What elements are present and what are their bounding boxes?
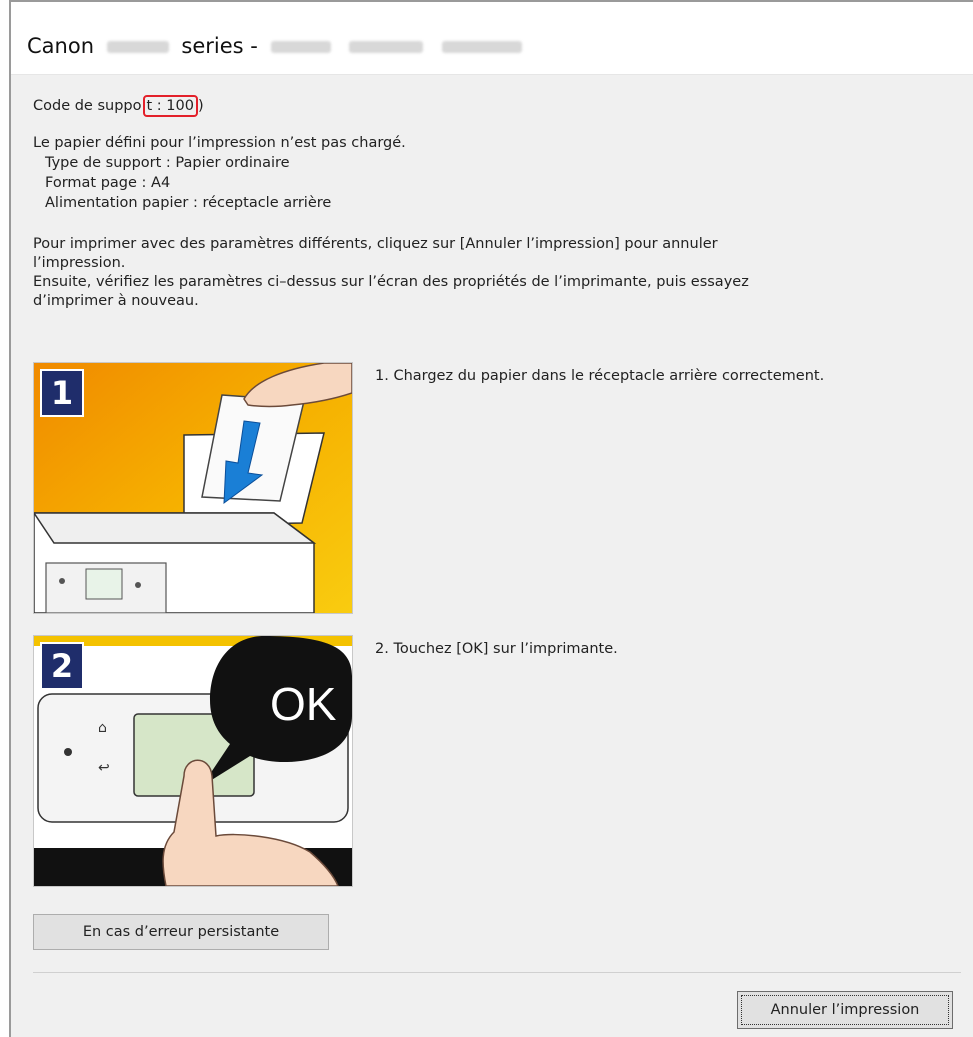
media-type: Type de support : Papier ordinaire [45,155,290,171]
page-size: Format page : A4 [45,175,171,191]
step-1-illustration: 1 [33,362,353,614]
title-prefix: Canon [27,34,94,58]
step-2-text: 2. Touchez [OK] sur l’imprimante. [375,641,618,657]
step-2-illustration: ⌂ ↩ OK 2 [33,635,353,887]
redacted-printer-name-3 [441,41,522,53]
instruction-line-4: d’imprimer à nouveau. [33,293,199,309]
svg-text:↩: ↩ [98,760,110,776]
persistent-error-button[interactable]: En cas d’erreur persistante [33,914,329,950]
support-code-suffix: ) [197,98,204,114]
redacted-model [106,41,169,53]
support-code-highlight: t : 100 [142,95,198,117]
step-2-badge: 2 [40,642,84,690]
cancel-print-button[interactable]: Annuler l’impression [737,991,953,1029]
instructions: Pour imprimer avec des paramètres différ… [33,235,749,311]
error-line: Le papier défini pour l’impression n’est… [33,135,406,151]
ok-bubble-text: OK [270,678,337,730]
step-1-text: 1. Chargez du papier dans le réceptacle … [375,368,825,384]
dialog-body: Code de suppo t : 100) Le papier défini p… [11,75,973,1037]
paper-source: Alimentation papier : réceptacle arrière [45,195,332,211]
window-top-border [9,0,973,10]
instruction-line-3: Ensuite, vérifiez les paramètres ci–dess… [33,274,749,290]
support-code-label: Code de suppo [33,98,142,114]
svg-text:⌂: ⌂ [98,720,107,736]
redacted-printer-name-1 [270,41,331,53]
title-middle: series - [181,34,258,58]
dialog-title: Canon series - [27,34,528,58]
redacted-printer-name-2 [349,41,424,53]
support-code-line: Code de suppo t : 100) [33,95,204,117]
error-message: Le papier défini pour l’impression n’est… [33,133,406,213]
dialog-header: Canon series - [11,10,973,75]
footer-divider [33,972,961,973]
step-1-badge: 1 [40,369,84,417]
instruction-line-1: Pour imprimer avec des paramètres différ… [33,236,718,252]
instruction-line-2: l’impression. [33,255,126,271]
